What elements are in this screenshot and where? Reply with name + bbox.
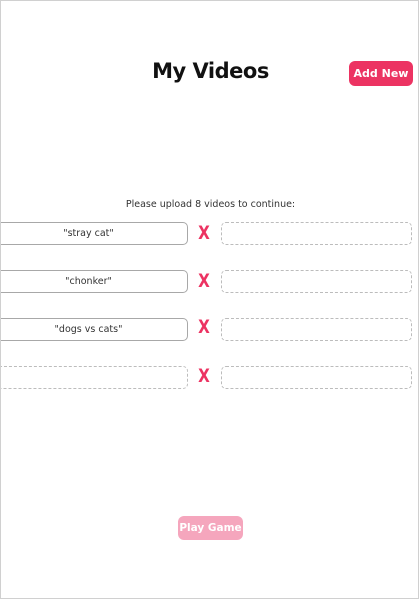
remove-matchup-4-button[interactable]: X [198, 365, 211, 388]
upload-instructions: Please upload 8 videos to continue: [125, 199, 296, 210]
video-slot-1-left[interactable]: "stray cat" [1, 222, 188, 245]
video-slot-label: "dogs vs cats" [54, 324, 123, 335]
video-slot-2-left[interactable]: "chonker" [1, 270, 188, 293]
remove-matchup-1-button[interactable]: X [198, 222, 211, 245]
video-slot-3-left[interactable]: "dogs vs cats" [1, 318, 188, 341]
video-slot-2-right[interactable] [221, 270, 412, 293]
video-slot-4-right[interactable] [221, 366, 412, 389]
video-slot-4-left[interactable] [1, 366, 188, 389]
app-frame: My Videos Add New Please upload 8 videos… [0, 0, 419, 599]
video-slot-3-right[interactable] [221, 318, 412, 341]
video-slot-1-right[interactable] [221, 222, 412, 245]
play-game-button[interactable]: Play Game [178, 516, 243, 540]
remove-matchup-2-button[interactable]: X [198, 270, 211, 293]
video-slot-label: "stray cat" [63, 228, 114, 239]
remove-matchup-3-button[interactable]: X [198, 316, 211, 339]
add-new-button[interactable]: Add New [349, 61, 413, 86]
video-slot-label: "chonker" [65, 276, 112, 287]
